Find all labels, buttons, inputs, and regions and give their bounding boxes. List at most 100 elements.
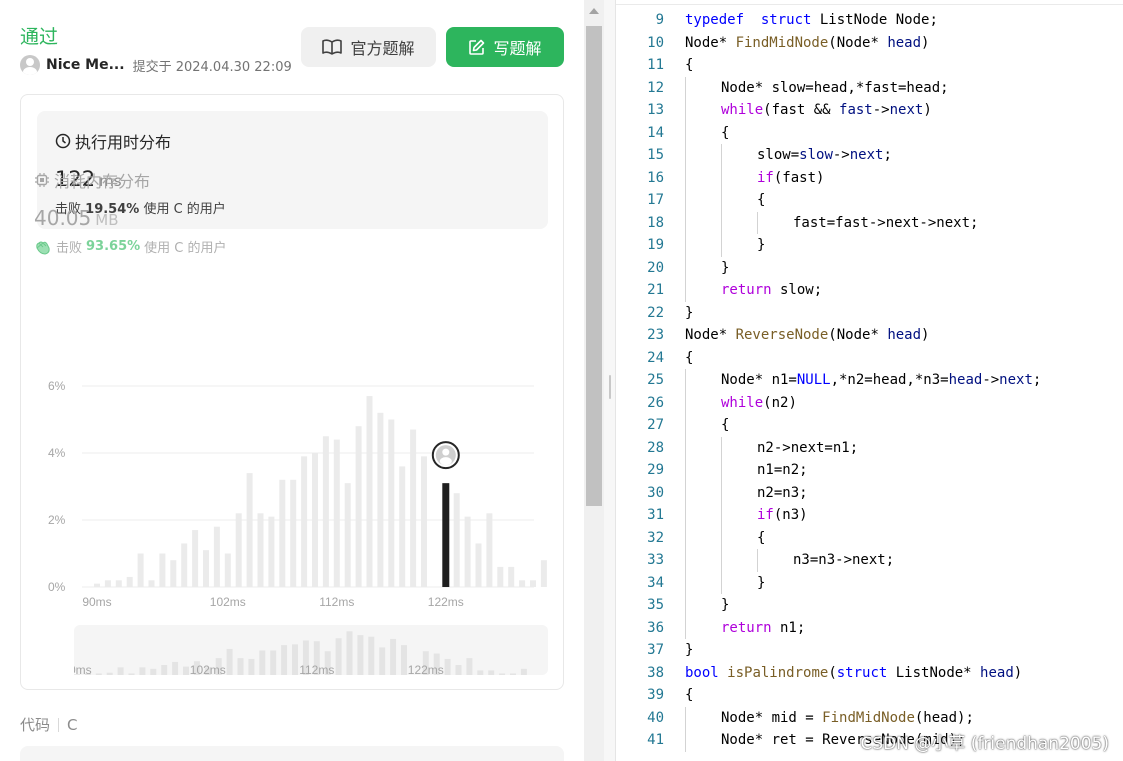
code-line[interactable]: 38 bool isPalindrome(struct ListNode* hea…: [616, 662, 1123, 684]
code-line[interactable]: 20}: [616, 256, 1123, 279]
chart-bar[interactable]: [355, 426, 362, 587]
edit-icon: [469, 39, 485, 55]
code-line[interactable]: 31 if(n3): [616, 504, 1123, 527]
code-line[interactable]: 30 n2=n3;: [616, 481, 1123, 504]
code-line[interactable]: 32 {: [616, 526, 1123, 549]
chart-bar[interactable]: [290, 479, 297, 587]
code-text: Node* FindMidNode(Node* head): [685, 34, 930, 51]
code-line[interactable]: 25 Node* n1=NULL,*n2=head,*n3=head->next;: [616, 369, 1123, 392]
code-line[interactable]: 36 return n1;: [616, 616, 1123, 639]
chart-bar[interactable]: [192, 530, 199, 587]
chart-bar[interactable]: [148, 580, 155, 587]
code-line[interactable]: 17 {: [616, 189, 1123, 212]
chart-bar[interactable]: [268, 516, 275, 587]
chart-bar[interactable]: [421, 456, 427, 587]
code-line[interactable]: 40 Node* mid = FindMidNode(head);: [616, 706, 1123, 729]
chart-bar[interactable]: [453, 493, 460, 587]
scroll-up-icon[interactable]: [589, 8, 599, 14]
code-line[interactable]: 34}: [616, 571, 1123, 594]
chart-bar-current[interactable]: [442, 483, 450, 587]
user-name-link[interactable]: Nice Me...: [46, 57, 125, 73]
code-line[interactable]: 39 {: [616, 684, 1123, 706]
chart-bar[interactable]: [486, 513, 493, 587]
x-tick-label: 112ms: [319, 595, 354, 609]
code-text: fast=fast->next->next;: [793, 214, 979, 231]
code-line[interactable]: 16 if(fast): [616, 166, 1123, 189]
chart-bar[interactable]: [94, 583, 100, 587]
scrollbar-thumb[interactable]: [586, 26, 602, 506]
chart-bar[interactable]: [181, 543, 188, 587]
panel-resize-handle[interactable]: [604, 0, 616, 761]
chart-bar[interactable]: [540, 560, 547, 587]
code-line[interactable]: 33 n3=n3->next;: [616, 549, 1123, 572]
mini-chart-bar: [368, 636, 375, 675]
memory-beats: 击败 93.65% 使用 C 的用户: [34, 237, 227, 256]
chart-bar[interactable]: [366, 396, 373, 587]
chart-bar[interactable]: [126, 576, 133, 587]
chart-bar[interactable]: [104, 580, 111, 587]
chart-bar[interactable]: [235, 513, 242, 587]
code-line[interactable]: 23 Node* ReverseNode(Node* head): [616, 324, 1123, 346]
code-line[interactable]: 12 Node* slow=head,*fast=head;: [616, 76, 1123, 99]
chart-bar[interactable]: [399, 466, 406, 587]
chart-bar[interactable]: [301, 456, 308, 587]
code-line[interactable]: 18 fast=fast->next->next;: [616, 211, 1123, 234]
code-editor[interactable]: 9 typedef struct ListNode Node; 10 Node* Fi…: [616, 0, 1123, 761]
official-solution-button[interactable]: 官方题解: [301, 27, 436, 67]
code-text: slow=slow->next;: [757, 147, 892, 163]
code-line[interactable]: 21 return slow;: [616, 279, 1123, 302]
line-number: 31: [647, 507, 664, 523]
code-line[interactable]: 24 {: [616, 347, 1123, 369]
chart-bar[interactable]: [464, 516, 471, 587]
mini-chart-bar: [292, 644, 298, 675]
chart-range-navigator[interactable]: 90ms 102ms 112ms 122ms: [62, 625, 548, 677]
chart-bar[interactable]: [377, 412, 384, 587]
line-number: 22: [647, 304, 664, 321]
code-line[interactable]: 14 {: [616, 121, 1123, 144]
chart-bar[interactable]: [312, 453, 318, 587]
chart-bar[interactable]: [115, 580, 122, 587]
code-line[interactable]: 29 n1=n2;: [616, 459, 1123, 482]
code-line[interactable]: 19}: [616, 234, 1123, 257]
code-line[interactable]: 35}: [616, 594, 1123, 617]
chart-bar[interactable]: [246, 473, 253, 587]
line-number: 14: [647, 124, 664, 141]
chart-bar[interactable]: [508, 566, 515, 587]
chart-bar[interactable]: [137, 553, 144, 588]
chart-bar[interactable]: [530, 580, 536, 587]
code-line[interactable]: 15 slow=slow->next;: [616, 144, 1123, 167]
chart-bar[interactable]: [344, 483, 351, 587]
code-line[interactable]: 26 while(n2): [616, 391, 1123, 414]
chart-bar[interactable]: [257, 513, 264, 587]
chart-bar[interactable]: [497, 566, 504, 587]
code-line[interactable]: 13 while(fast && fast->next): [616, 99, 1123, 122]
memory-distribution-tab[interactable]: 消耗内存分布: [34, 168, 150, 192]
chart-bar[interactable]: [213, 526, 220, 587]
chart-bar[interactable]: [203, 550, 209, 587]
code-line[interactable]: 37}: [616, 639, 1123, 661]
user-avatar-icon[interactable]: [20, 55, 40, 75]
mini-x-tick-label: 90ms: [74, 663, 92, 675]
write-solution-button[interactable]: 写题解: [446, 27, 564, 67]
chart-bar[interactable]: [322, 436, 329, 587]
chart-bar[interactable]: [519, 580, 526, 587]
watermark: CSDN @小草 (friendhan2005): [860, 734, 1110, 754]
chart-bar[interactable]: [279, 479, 286, 587]
code-text: while(n2): [721, 394, 797, 411]
code-line[interactable]: 22}: [616, 302, 1123, 324]
chart-bar[interactable]: [333, 439, 340, 587]
code-label: 代码: [20, 716, 51, 734]
chart-bar[interactable]: [410, 429, 417, 587]
code-line[interactable]: 9 typedef struct ListNode Node;: [616, 9, 1123, 31]
chart-bar[interactable]: [170, 560, 177, 587]
chart-bar[interactable]: [388, 419, 395, 588]
chart-bar[interactable]: [159, 553, 166, 588]
chart-bar[interactable]: [224, 553, 231, 588]
code-line[interactable]: 11 {: [616, 54, 1123, 76]
code-line[interactable]: 27 {: [616, 414, 1123, 437]
line-number: 35: [647, 597, 664, 613]
code-line[interactable]: 10 Node* FindMidNode(Node* head): [616, 32, 1123, 54]
code-line[interactable]: 28 n2->next=n1;: [616, 436, 1123, 459]
chart-bar[interactable]: [475, 543, 482, 587]
mini-chart-bar: [346, 631, 353, 675]
